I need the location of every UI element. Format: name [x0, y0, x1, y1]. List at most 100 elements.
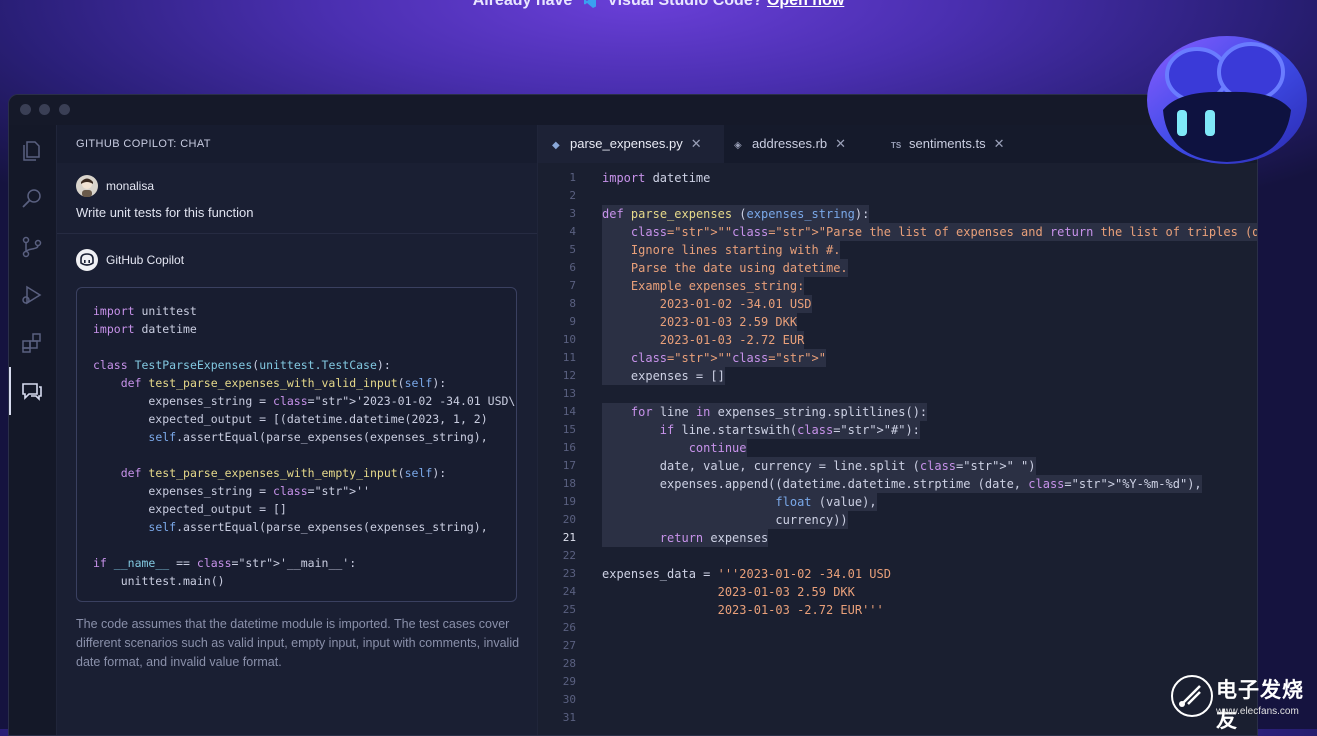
tab-sentiments[interactable]: TS sentiments.ts ✕ [891, 125, 1005, 163]
line-content: for line in expenses_string.splitlines()… [602, 403, 928, 421]
code-line: 3 def parse_expenses (expenses_string): [538, 205, 1257, 223]
line-content: Example expenses_string: [602, 277, 805, 295]
line-content: if line.startswith(class="str">"#"): [602, 421, 920, 439]
code-line: 25 2023-01-03 -2.72 EUR''' [538, 601, 1257, 619]
code-line: 2 [538, 187, 1257, 205]
watermark-url: www.elecfans.com [1216, 706, 1299, 717]
code-line: 12 expenses = [] [538, 367, 1257, 385]
line-content: Parse the date using datetime. [602, 259, 848, 277]
run-debug-icon[interactable] [20, 283, 44, 307]
code-line: 17 date, value, currency = line.split (c… [538, 457, 1257, 475]
line-number: 27 [562, 639, 576, 652]
window-close-dot[interactable] [20, 104, 31, 115]
line-number: 24 [562, 585, 576, 598]
line-content: expenses_data = '''2023-01-02 -34.01 USD [602, 567, 891, 581]
code-line: 30 [538, 691, 1257, 709]
line-number: 25 [562, 603, 576, 616]
line-number: 8 [569, 297, 576, 310]
code-line: 29 [538, 673, 1257, 691]
close-icon[interactable]: ✕ [994, 136, 1005, 151]
code-suggestion: import unittest import datetime class Te… [93, 304, 516, 588]
copilot-icon [76, 249, 98, 271]
username: monalisa [106, 179, 155, 193]
line-number: 11 [562, 351, 576, 364]
line-number: 3 [569, 207, 576, 220]
code-line: 4 class="str">""class="str">"Parse the l… [538, 223, 1257, 241]
code-line: 23 expenses_data = '''2023-01-02 -34.01 U… [538, 565, 1257, 583]
line-number: 22 [562, 549, 576, 562]
line-content: return expenses [602, 529, 769, 547]
line-content: class="str">""class="str">"Parse the lis… [602, 223, 1257, 241]
chat-summary-text: The code assumes that the datetime modul… [76, 617, 520, 669]
line-number: 1 [569, 171, 576, 184]
line-content: currency)) [602, 511, 848, 529]
copilot-name: GitHub Copilot [106, 253, 185, 267]
code-line: 1 import datetime [538, 169, 1257, 187]
typescript-icon: TS [891, 141, 902, 150]
ruby-icon: ◈ [734, 140, 742, 151]
search-icon[interactable] [20, 187, 44, 211]
line-content: expenses = [] [602, 367, 725, 385]
code-line: 9 2023-01-03 2.59 DKK [538, 313, 1257, 331]
chat-icon[interactable] [20, 379, 44, 403]
line-number: 2 [569, 189, 576, 202]
source-control-icon[interactable] [20, 235, 44, 259]
line-number: 7 [569, 279, 576, 292]
line-number: 18 [562, 477, 576, 490]
banner-prefix: Already have [472, 0, 573, 9]
line-number: 12 [562, 369, 576, 382]
line-content: expenses.append((datetime.datetime.strpt… [602, 475, 1202, 493]
close-icon[interactable]: ✕ [691, 136, 702, 151]
line-number: 30 [562, 693, 576, 706]
code-line: 15 if line.startswith(class="str">"#"): [538, 421, 1257, 439]
line-number: 17 [562, 459, 576, 472]
tab-label: addresses.rb [752, 136, 828, 151]
line-content: 2023-01-03 2.59 DKK [717, 585, 855, 599]
line-content: class="str">""class="str">" [602, 349, 826, 367]
line-content: def parse_expenses (expenses_string): [602, 205, 870, 223]
tab-parse-expenses[interactable]: ◆ parse_expenses.py ✕ [538, 125, 724, 163]
line-number: 6 [569, 261, 576, 274]
code-line: 13 [538, 385, 1257, 403]
chat-panel-title: GITHUB COPILOT: CHAT [57, 125, 537, 163]
message-divider [57, 233, 537, 234]
code-line: 6 Parse the date using datetime. [538, 259, 1257, 277]
line-number: 4 [569, 225, 576, 238]
files-icon[interactable] [20, 139, 44, 163]
open-now-link[interactable]: Open now [767, 0, 844, 9]
tab-label: sentiments.ts [909, 136, 986, 151]
line-number: 16 [562, 441, 576, 454]
code-line: 10 2023-01-03 -2.72 EUR [538, 331, 1257, 349]
line-number: 21 [562, 531, 576, 544]
line-number: 9 [569, 315, 576, 328]
avatar [76, 175, 98, 197]
chat-panel: GITHUB COPILOT: CHAT monalisa Write unit… [57, 125, 538, 735]
code-line: 31 [538, 709, 1257, 727]
close-icon[interactable]: ✕ [835, 136, 846, 151]
line-number: 23 [562, 567, 576, 580]
code-line: 18 expenses.append((datetime.datetime.st… [538, 475, 1257, 493]
line-number: 13 [562, 387, 576, 400]
window-maximize-dot[interactable] [59, 104, 70, 115]
line-content: Ignore lines starting with #. [602, 241, 841, 259]
code-line: 19 float (value), [538, 493, 1257, 511]
activity-bar [9, 125, 57, 735]
active-indicator [9, 367, 11, 415]
line-content: import datetime [602, 171, 711, 185]
line-number: 10 [562, 333, 576, 346]
line-number: 14 [562, 405, 576, 418]
code-line: 27 [538, 637, 1257, 655]
line-content: float (value), [602, 493, 877, 511]
line-content: 2023-01-03 2.59 DKK [602, 313, 798, 331]
banner-product: Visual Studio Code? [607, 0, 763, 9]
extensions-icon[interactable] [20, 331, 44, 355]
editor-code-area[interactable]: 1 import datetime 2 3 def parse_expenses (ex… [538, 163, 1257, 735]
code-line: 7 Example expenses_string: [538, 277, 1257, 295]
top-banner: Already have Visual Studio Code? Open no… [0, 0, 1317, 12]
code-suggestion-block[interactable]: import unittest import datetime class Te… [76, 287, 517, 602]
code-editor: ◆ parse_expenses.py ✕ ◈ addresses.rb ✕ TS sen… [538, 125, 1257, 735]
tab-addresses[interactable]: ◈ addresses.rb ✕ [734, 125, 846, 163]
user-message-text: Write unit tests for this function [76, 205, 254, 220]
window-minimize-dot[interactable] [39, 104, 50, 115]
title-bar [9, 95, 1257, 125]
